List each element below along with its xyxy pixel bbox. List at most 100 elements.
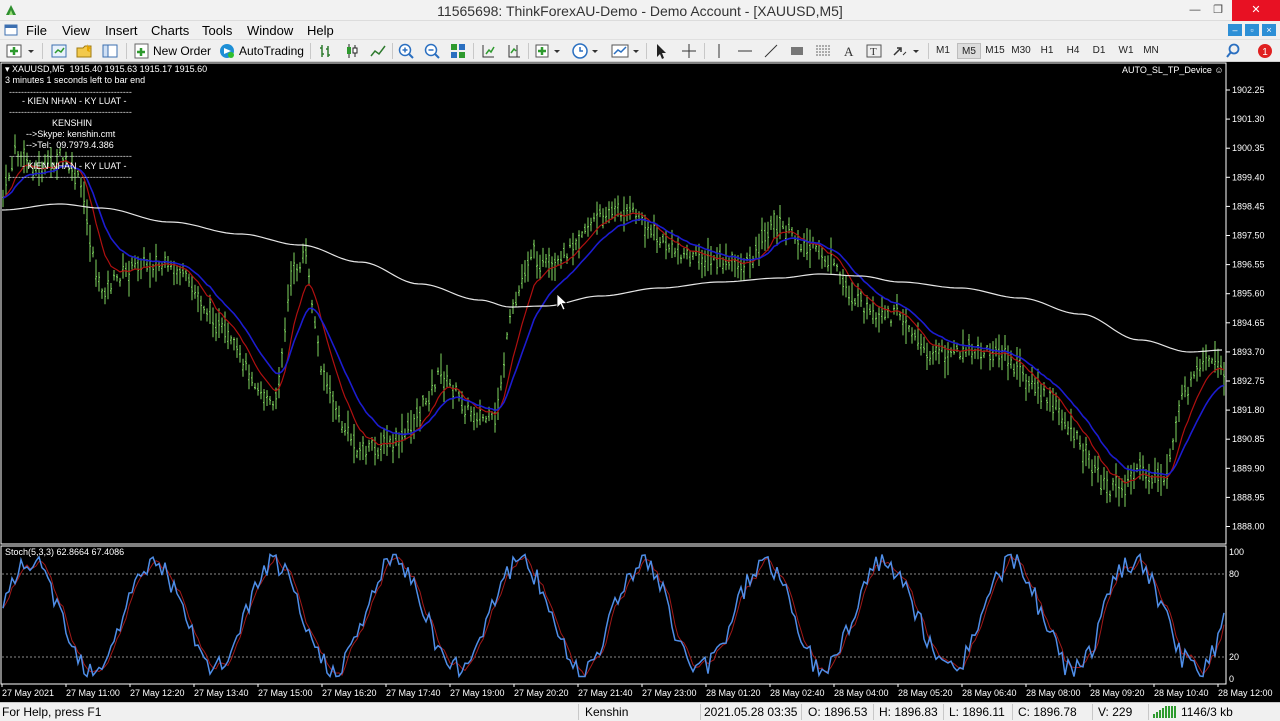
- time-axis-label: 28 May 05:20: [898, 688, 953, 698]
- timeframe-m1[interactable]: M1: [932, 43, 954, 59]
- timeframe-m15[interactable]: M15: [984, 43, 1006, 59]
- menu-view[interactable]: View: [62, 23, 90, 38]
- menu-window[interactable]: Window: [247, 23, 293, 38]
- menu-insert[interactable]: Insert: [105, 23, 138, 38]
- timeframe-h4[interactable]: H4: [1062, 43, 1084, 59]
- trendline-icon[interactable]: [762, 42, 780, 60]
- window-maximize-button[interactable]: ❐: [1203, 0, 1233, 21]
- templates-icon[interactable]: [610, 42, 642, 60]
- crosshair-icon[interactable]: [680, 42, 698, 60]
- status-separator: [801, 704, 802, 720]
- timeframe-w1[interactable]: W1: [1114, 43, 1138, 59]
- toolbar-separator: [392, 43, 393, 59]
- search-icon[interactable]: [1224, 42, 1242, 60]
- new-chart-icon[interactable]: [6, 42, 36, 60]
- price-axis-label: 1891.80: [1232, 405, 1265, 415]
- alert-icon[interactable]: 1: [1254, 42, 1276, 60]
- long-moving-average-line: [1, 203, 1223, 353]
- chart-window-icon[interactable]: [4, 23, 18, 37]
- price-axis-label: 1901.30: [1232, 114, 1265, 124]
- autotrading-icon[interactable]: [218, 42, 236, 60]
- timeframe-d1[interactable]: D1: [1088, 43, 1110, 59]
- text-icon[interactable]: A: [840, 42, 858, 60]
- fast-moving-average-line: [2, 160, 1225, 484]
- info-divider: ----------------------------------------…: [9, 107, 132, 117]
- price-chart[interactable]: 1902.25 1901.30 1900.35 1899.40 1898.45 1897.…: [0, 62, 1280, 702]
- stochastic-level-label: 20: [1229, 652, 1239, 662]
- time-axis-label: 27 May 16:20: [322, 688, 377, 698]
- price-axis-label: 1890.85: [1232, 434, 1265, 444]
- periods-icon[interactable]: [570, 42, 602, 60]
- zoom-in-icon[interactable]: [397, 42, 415, 60]
- toolbar-separator: [42, 43, 43, 59]
- notification-count: 1: [1262, 47, 1268, 58]
- vertical-line-icon[interactable]: [710, 42, 728, 60]
- price-axis-label: 1894.65: [1232, 318, 1265, 328]
- time-axis-label: 28 May 04:00: [834, 688, 889, 698]
- stochastic-level-label: 100: [1229, 547, 1244, 557]
- stochastic-level-label: 0: [1229, 674, 1234, 684]
- menu-charts[interactable]: Charts: [151, 23, 189, 38]
- market-watch-icon[interactable]: [75, 42, 93, 60]
- candlestick-icon[interactable]: [343, 42, 361, 60]
- rectangle-icon[interactable]: [788, 42, 806, 60]
- autotrading-button[interactable]: AutoTrading: [239, 44, 304, 58]
- toolbar-separator: [646, 43, 647, 59]
- toolbar-separator: [473, 43, 474, 59]
- cursor-icon[interactable]: [652, 42, 670, 60]
- time-axis-label: 27 May 17:40: [386, 688, 441, 698]
- arrows-icon[interactable]: [891, 42, 923, 60]
- profiles-icon[interactable]: [50, 42, 68, 60]
- profile-name[interactable]: Kenshin: [585, 705, 628, 719]
- auto-scroll-icon[interactable]: [479, 42, 497, 60]
- menu-file[interactable]: File: [26, 23, 47, 38]
- window-close-button[interactable]: ✕: [1232, 0, 1280, 21]
- price-axis-label: 1893.70: [1232, 347, 1265, 357]
- timeframe-mn[interactable]: MN: [1140, 43, 1162, 59]
- terminal-window: 11565698: ThinkForexAU-Demo - Demo Accou…: [0, 0, 1280, 720]
- zoom-out-icon[interactable]: [423, 42, 441, 60]
- line-chart-icon[interactable]: [369, 42, 387, 60]
- new-order-button[interactable]: New Order: [153, 44, 211, 58]
- chart-menu-icon[interactable]: ▾: [5, 64, 10, 74]
- menu-help[interactable]: Help: [307, 23, 334, 38]
- chart-shift-icon[interactable]: [505, 42, 523, 60]
- chart-restore-button[interactable]: ▫: [1245, 24, 1259, 36]
- toolbar-separator: [928, 43, 929, 59]
- chart-area[interactable]: 1902.25 1901.30 1900.35 1899.40 1898.45 1897.…: [0, 62, 1280, 702]
- svg-text:T: T: [870, 46, 877, 58]
- chart-minimize-button[interactable]: –: [1228, 24, 1242, 36]
- status-separator: [1092, 704, 1093, 720]
- timeframe-m5[interactable]: M5: [957, 43, 981, 59]
- low-price: L: 1896.11: [949, 705, 1005, 719]
- navigator-icon[interactable]: [101, 42, 119, 60]
- time-axis-label: 27 May 19:00: [450, 688, 505, 698]
- smiley-icon: ☺: [1214, 65, 1224, 75]
- symbol-ohlc-label: ▾ XAUUSD,M5 1915.40 1915.63 1915.17 1915…: [5, 64, 208, 74]
- horizontal-line-icon[interactable]: [736, 42, 754, 60]
- price-axis-label: 1899.40: [1232, 172, 1265, 182]
- time-axis-label: 27 May 20:20: [514, 688, 569, 698]
- time-axis-label: 27 May 13:40: [194, 688, 249, 698]
- menu-tools[interactable]: Tools: [202, 23, 232, 38]
- fibonacci-icon[interactable]: [814, 42, 832, 60]
- open-price: O: 1896.53: [808, 705, 868, 719]
- bar-chart-icon[interactable]: [317, 42, 335, 60]
- price-axis-label: 1888.95: [1232, 492, 1265, 502]
- text-label-icon[interactable]: T: [865, 42, 883, 60]
- cursor-datetime: 2021.05.28 03:35: [704, 705, 798, 719]
- new-order-icon[interactable]: [133, 42, 151, 60]
- timeframe-h1[interactable]: H1: [1036, 43, 1058, 59]
- indicators-icon[interactable]: [534, 42, 564, 60]
- timeframe-m30[interactable]: M30: [1010, 43, 1032, 59]
- info-divider: ----------------------------------------…: [9, 172, 132, 182]
- expert-advisor-label: AUTO_SL_TP_Device ☺: [1122, 65, 1224, 75]
- status-separator: [943, 704, 944, 720]
- stochastic-main-line: [2, 552, 1225, 679]
- time-axis-label: 28 May 12:00: [1218, 688, 1273, 698]
- tile-windows-icon[interactable]: [449, 42, 467, 60]
- toolbar-separator: [310, 43, 311, 59]
- bar-timer-label: 3 minutes 1 seconds left to bar end: [5, 75, 146, 85]
- chart-close-button[interactable]: ×: [1262, 24, 1276, 36]
- toolbar-separator: [528, 43, 529, 59]
